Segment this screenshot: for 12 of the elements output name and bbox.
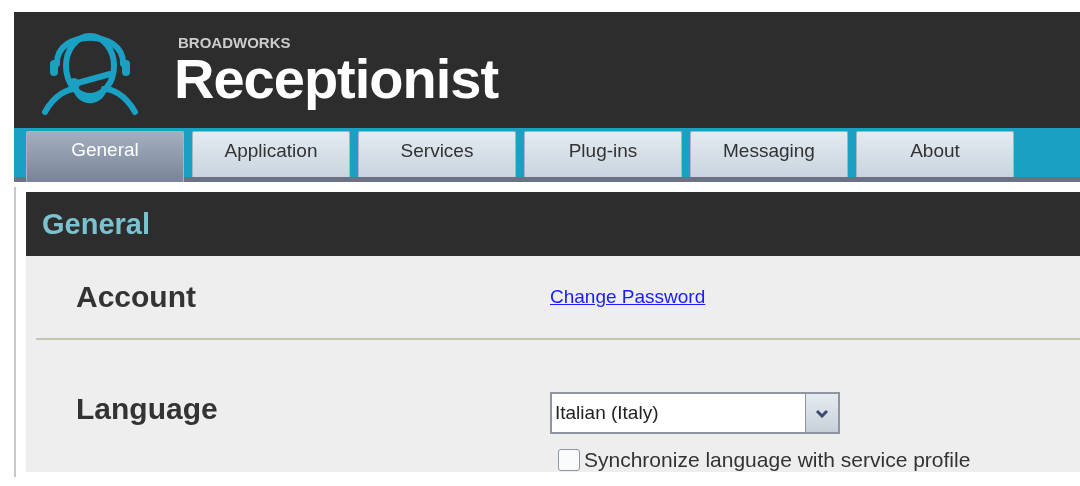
- checkbox-label: Synchronize language with service profile: [584, 448, 971, 472]
- change-password-link[interactable]: Change Password: [550, 286, 706, 308]
- brand-subtitle: BROADWORKS: [178, 33, 292, 51]
- section-heading: Account: [75, 280, 197, 314]
- tab[interactable]: About: [856, 131, 1014, 177]
- panel-title: General: [42, 207, 150, 241]
- tab[interactable]: Services: [358, 131, 516, 177]
- tab[interactable]: Application: [192, 131, 350, 177]
- section-heading: Language: [75, 392, 219, 426]
- tab[interactable]: Messaging: [690, 131, 848, 177]
- tab[interactable]: Plug-ins: [524, 131, 682, 177]
- language-dropdown[interactable]: Italian (Italy): [550, 392, 840, 434]
